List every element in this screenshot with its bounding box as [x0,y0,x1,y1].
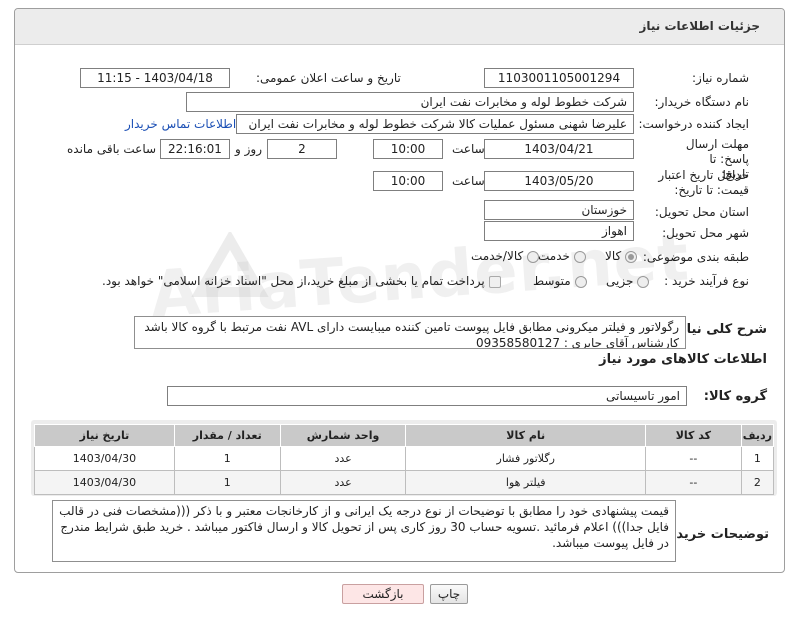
radio-icon [637,275,650,288]
city-field: اهواز [484,221,634,241]
process-option-medium[interactable]: متوسط [533,274,587,288]
validity-time-field: 10:00 [373,171,443,191]
category-option-service[interactable]: خدمت [538,249,586,263]
need-number-label: شماره نیاز: [692,71,749,85]
announce-field: 1403/04/18 - 11:15 [80,68,230,88]
col-code-header: کد کالا [644,424,742,447]
back-button[interactable]: بازگشت [342,584,424,604]
goods-table: ردیف کد کالا نام کالا واحد شمارش تعداد /… [34,424,775,495]
province-label: استان محل تحویل: [654,205,749,219]
contact-link[interactable]: اطلاعات تماس خریدار [125,117,236,131]
process-label: نوع فرآیند خرید : [664,274,749,288]
category-option-goods[interactable]: کالا [605,249,638,263]
goods-group-label: گروه کالا: [703,389,767,404]
col-unit-header: واحد شمارش [279,424,407,447]
checkbox-icon [488,275,501,288]
days-label: روز و [235,142,262,156]
category-option-goods-service[interactable]: کالا/خدمت [471,249,540,263]
panel-header: جزئیات اطلاعات نیاز [15,9,784,45]
process-option-minor[interactable]: جزیی [606,274,650,288]
summary-field: رگولاتور و فیلتر میکرونی مطابق فایل پیوس… [134,316,686,349]
announce-label: تاریخ و ساعت اعلان عمومی: [256,71,401,85]
buyer-label: نام دستگاه خریدار: [654,95,750,109]
summary-label: شرح کلی نیاز: [673,322,767,337]
col-row-header: ردیف [740,424,775,447]
creator-field: علیرضا شهنی مسئول عملیات کالا شرکت خطوط … [236,114,634,134]
deadline-date-field: 1403/04/21 [484,139,634,159]
col-name-header: نام کالا [405,424,646,447]
deadline-time-field: 10:00 [373,139,443,159]
remaining-time-field: 22:16:01 [160,139,230,159]
radio-icon [573,250,586,263]
creator-label: ایجاد کننده درخواست: [638,117,749,131]
radio-icon [574,275,587,288]
category-label: طبقه بندی موضوعی: [642,250,749,264]
validity-date-field: 1403/05/20 [484,171,634,191]
need-number-field: 1103001105001294 [484,68,634,88]
radio-selected-icon [625,250,638,263]
col-qty-header: تعداد / مقدار [173,424,281,447]
buyer-field: شرکت خطوط لوله و مخابرات نفت ایران [186,92,634,112]
buyer-notes-field: قیمت پیشنهادی خود را مطابق با توضیحات از… [52,500,676,562]
table-header-row: ردیف کد کالا نام کالا واحد شمارش تعداد /… [34,424,775,447]
city-label: شهر محل تحویل: [662,226,749,240]
goods-section-title: اطلاعات کالاهای مورد نیاز [599,352,767,367]
table-row: 1 -- رگلاتور فشار عدد 1 1403/04/30 [34,446,775,471]
payment-option[interactable]: پرداخت تمام یا بخشی از مبلغ خرید،از محل … [102,274,501,288]
panel-title: جزئیات اطلاعات نیاز [639,19,760,33]
remaining-label: ساعت باقی مانده [67,142,157,156]
validity-time-label: ساعت [452,174,485,188]
radio-icon [527,250,540,263]
province-field: خوزستان [484,200,634,220]
days-field: 2 [267,139,337,159]
print-button[interactable]: چاپ [430,584,468,604]
col-date-header: تاریخ نیاز [34,424,175,447]
validity-label: حداقل تاریخ اعتبار قیمت: تا تاریخ: [658,168,749,197]
deadline-time-label: ساعت [452,142,485,156]
goods-group-field: امور تاسیساتی [167,386,687,406]
table-row: 2 -- فیلتر هوا عدد 1 1403/04/30 [34,470,775,495]
